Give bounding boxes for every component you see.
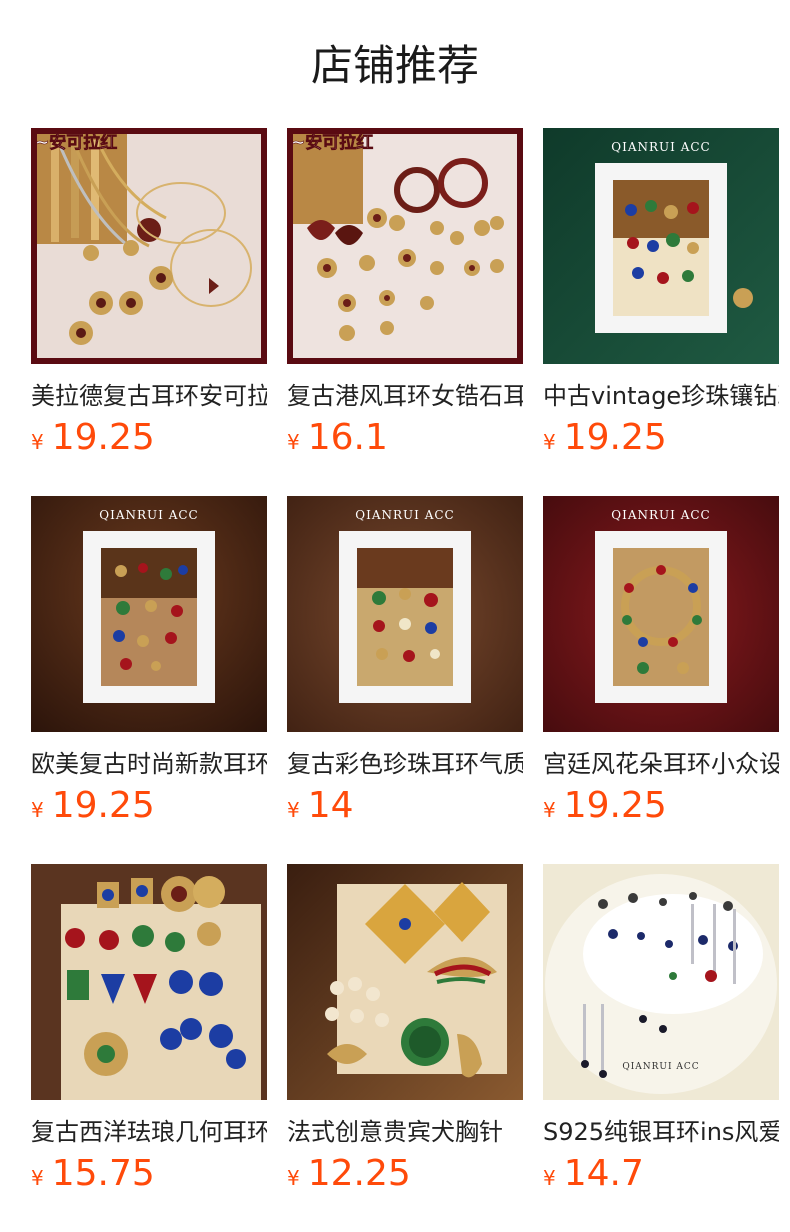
price-row: ¥12.25 — [287, 1152, 523, 1196]
product-card[interactable]: 复古西洋珐琅几何耳环 ¥15.75 — [31, 864, 267, 1204]
product-image[interactable]: ~安可拉红 — [31, 128, 267, 364]
price-row: ¥15.75 — [31, 1152, 267, 1196]
product-name[interactable]: 美拉德复古耳环安可拉红 — [31, 379, 267, 413]
product-image[interactable]: QIANRUI ACC — [287, 496, 523, 732]
image-brand-text: QIANRUI ACC — [611, 508, 710, 522]
currency-symbol: ¥ — [287, 798, 300, 822]
product-price: 19.25 — [51, 417, 155, 458]
product-name[interactable]: 复古西洋珐琅几何耳环 — [31, 1115, 267, 1149]
product-image[interactable]: ~安可拉红 — [287, 128, 523, 364]
product-card[interactable]: QIANRUI ACC 宫廷风花朵耳环小众设计 ¥19.25 — [543, 496, 779, 836]
image-brand-text: QIANRUI ACC — [611, 140, 710, 154]
product-name[interactable]: 中古vintage珍珠镶钻耳环 — [543, 379, 779, 413]
product-name[interactable]: 复古港风耳环女锆石耳饰 — [287, 379, 523, 413]
price-row: ¥14.7 — [543, 1152, 779, 1196]
price-row: ¥19.25 — [31, 416, 267, 460]
currency-symbol: ¥ — [287, 430, 300, 454]
product-name[interactable]: 宫廷风花朵耳环小众设计 — [543, 747, 779, 781]
image-brand-text: QIANRUI ACC — [622, 1062, 699, 1072]
product-image[interactable] — [287, 864, 523, 1100]
product-price: 14 — [307, 785, 354, 826]
product-price: 12.25 — [307, 1153, 411, 1194]
product-price: 15.75 — [51, 1153, 155, 1194]
image-brand-text: QIANRUI ACC — [99, 508, 198, 522]
product-price: 16.1 — [307, 417, 388, 458]
product-card[interactable]: QIANRUI ACC 复古彩色珍珠耳环气质 ¥14 — [287, 496, 523, 836]
currency-symbol: ¥ — [287, 1166, 300, 1190]
product-image[interactable]: QIANRUI ACC — [543, 864, 779, 1100]
product-card[interactable]: QIANRUI ACC 欧美复古时尚新款耳环 ¥19.25 — [31, 496, 267, 836]
image-badge-text: ~安可拉红 — [291, 132, 373, 153]
product-card[interactable]: ~安可拉红 美拉德复古耳环安可拉红 ¥19.25 — [31, 128, 267, 468]
currency-symbol: ¥ — [31, 1166, 44, 1190]
price-row: ¥19.25 — [543, 416, 779, 460]
image-badge-text: ~安可拉红 — [35, 132, 117, 153]
product-price: 19.25 — [563, 417, 667, 458]
currency-symbol: ¥ — [543, 430, 556, 454]
product-card[interactable]: QIANRUI ACC S925纯银耳环ins风爱心 ¥14.7 — [543, 864, 779, 1204]
product-name[interactable]: S925纯银耳环ins风爱心 — [543, 1115, 779, 1149]
currency-symbol: ¥ — [543, 1166, 556, 1190]
product-price: 19.25 — [563, 785, 667, 826]
currency-symbol: ¥ — [31, 430, 44, 454]
currency-symbol: ¥ — [543, 798, 556, 822]
product-price: 19.25 — [51, 785, 155, 826]
price-row: ¥16.1 — [287, 416, 523, 460]
price-row: ¥19.25 — [31, 784, 267, 828]
product-card[interactable]: ~安可拉红 复古港风耳环女锆石耳饰 ¥16.1 — [287, 128, 523, 468]
product-grid: ~安可拉红 美拉德复古耳环安可拉红 ¥19.25 — [0, 0, 790, 1232]
product-image[interactable]: QIANRUI ACC — [543, 496, 779, 732]
product-card[interactable]: QIANRUI ACC 中古vintage珍珠镶钻耳环 ¥19.25 — [543, 128, 779, 468]
product-name[interactable]: 欧美复古时尚新款耳环 — [31, 747, 267, 781]
product-image[interactable]: QIANRUI ACC — [543, 128, 779, 364]
product-card[interactable]: 法式创意贵宾犬胸针 ¥12.25 — [287, 864, 523, 1204]
product-image[interactable] — [31, 864, 267, 1100]
currency-symbol: ¥ — [31, 798, 44, 822]
product-price: 14.7 — [563, 1153, 644, 1194]
product-image[interactable]: QIANRUI ACC — [31, 496, 267, 732]
product-name[interactable]: 法式创意贵宾犬胸针 — [287, 1115, 523, 1149]
price-row: ¥19.25 — [543, 784, 779, 828]
price-row: ¥14 — [287, 784, 523, 828]
product-name[interactable]: 复古彩色珍珠耳环气质 — [287, 747, 523, 781]
image-brand-text: QIANRUI ACC — [355, 508, 454, 522]
